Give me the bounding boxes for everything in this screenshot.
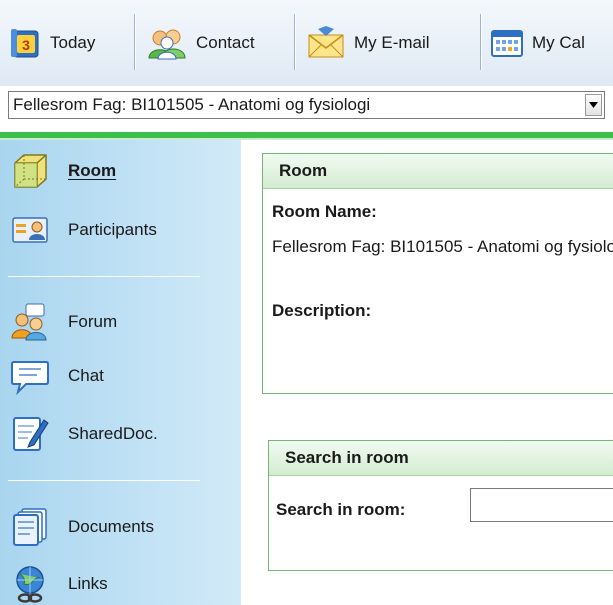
toolbar-separator	[294, 14, 295, 70]
toolbar-today-label: Today	[50, 33, 96, 52]
links-globe-icon	[16, 566, 44, 603]
chevron-down-icon[interactable]	[585, 94, 602, 116]
sidebar-item-forum[interactable]: Forum	[10, 302, 235, 342]
main-toolbar: 3 Today Contact My E-mail My Cal	[0, 0, 613, 86]
room-name-label: Room Name:	[272, 202, 377, 221]
toolbar-today-button[interactable]: 3 Today	[8, 20, 95, 66]
search-panel-title: Search in room	[269, 441, 613, 476]
sidebar-item-room[interactable]: Room	[10, 151, 235, 191]
forum-icon	[11, 303, 47, 341]
description-label: Description:	[272, 301, 372, 320]
search-input[interactable]	[470, 488, 613, 522]
calendar-day-icon: 3	[11, 29, 39, 58]
sidebar-separator	[8, 276, 200, 277]
toolbar-separator	[134, 14, 135, 70]
documents-icon	[13, 508, 47, 546]
room-select[interactable]: Fellesrom Fag: BI101505 - Anatomi og fys…	[8, 91, 605, 119]
room-name-value: Fellesrom Fag: BI101505 - Anatomi og fys…	[272, 237, 613, 256]
toolbar-contact-button[interactable]: Contact	[146, 20, 255, 66]
sidebar-item-shareddoc[interactable]: SharedDoc.	[10, 414, 235, 454]
search-label: Search in room:	[276, 500, 406, 519]
sidebar-item-room-label: Room	[68, 161, 117, 180]
contacts-icon	[148, 29, 186, 60]
toolbar-calendar-label: My Cal	[532, 33, 585, 52]
room-panel-title: Room	[263, 154, 613, 189]
room-cube-icon	[14, 154, 47, 188]
calendar-icon	[491, 30, 523, 57]
sidebar: Room Participants Forum Chat SharedDoc. …	[0, 140, 241, 605]
sidebar-item-documents[interactable]: Documents	[10, 507, 235, 547]
sidebar-item-forum-label: Forum	[68, 312, 118, 331]
shared-doc-icon	[13, 417, 49, 451]
sidebar-item-links[interactable]: Links	[10, 564, 235, 604]
sidebar-item-shareddoc-label: SharedDoc.	[68, 424, 158, 443]
sidebar-item-documents-label: Documents	[68, 517, 154, 536]
toolbar-contact-label: Contact	[196, 33, 255, 52]
toolbar-separator	[480, 14, 481, 70]
envelope-icon	[308, 26, 344, 58]
toolbar-calendar-button[interactable]: My Cal	[490, 20, 585, 66]
sidebar-item-chat-label: Chat	[68, 366, 104, 385]
room-info-panel: Room	[262, 153, 613, 394]
participants-icon	[12, 217, 48, 243]
toolbar-email-label: My E-mail	[354, 33, 430, 52]
chat-bubble-icon	[11, 361, 49, 396]
sidebar-separator	[8, 480, 200, 481]
room-select-value: Fellesrom Fag: BI101505 - Anatomi og fys…	[13, 95, 371, 114]
sidebar-item-participants[interactable]: Participants	[10, 210, 235, 250]
sidebar-item-links-label: Links	[68, 574, 108, 593]
sidebar-item-participants-label: Participants	[68, 220, 157, 239]
sidebar-item-chat[interactable]: Chat	[10, 356, 235, 396]
toolbar-email-button[interactable]: My E-mail	[306, 20, 430, 66]
svg-text:3: 3	[22, 37, 30, 53]
